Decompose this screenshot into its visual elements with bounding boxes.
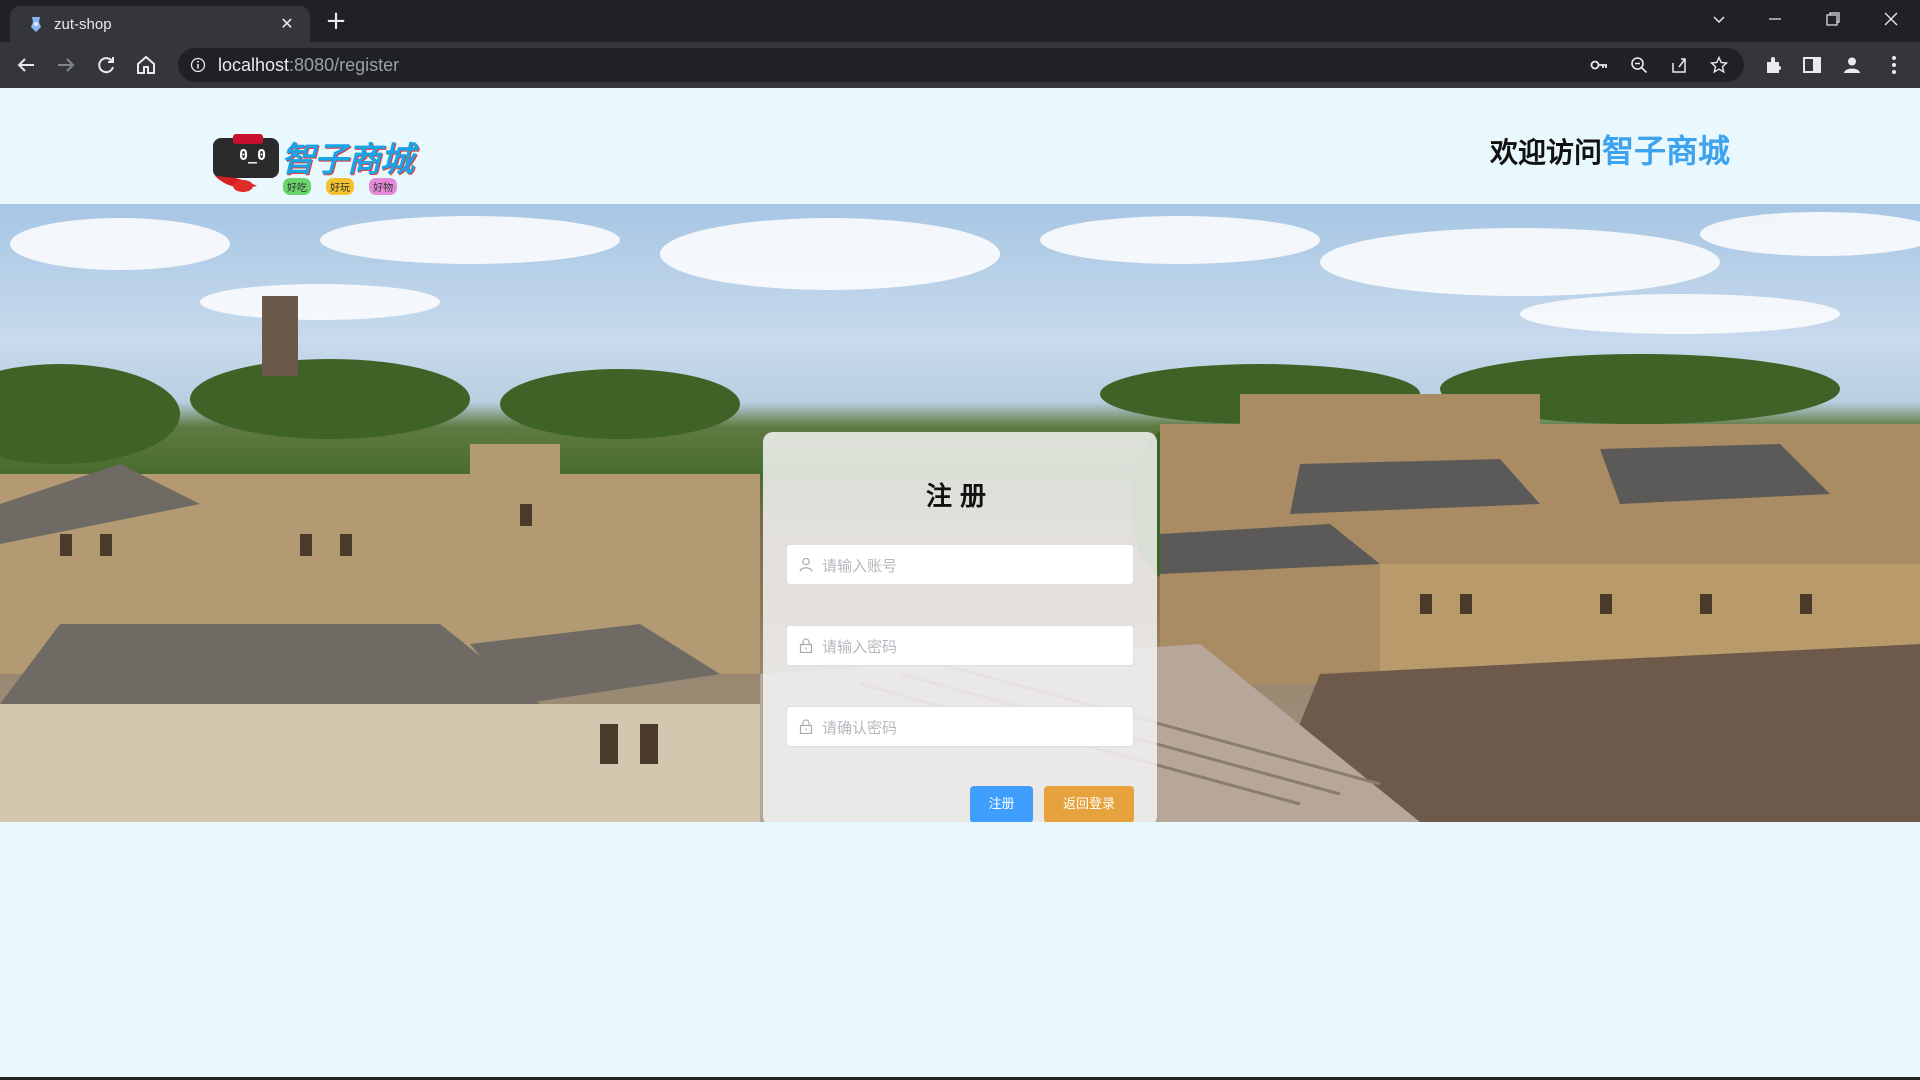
confirm-password-input[interactable]: [820, 707, 1124, 748]
url-path: :8080/register: [289, 55, 400, 75]
new-tab-button[interactable]: +: [322, 8, 350, 36]
welcome-prefix: 欢迎访问: [1489, 136, 1602, 169]
home-icon[interactable]: [134, 53, 158, 77]
logo-text: 智子商城: [281, 141, 414, 179]
side-panel-icon[interactable]: [1800, 53, 1824, 77]
password-input[interactable]: [820, 626, 1124, 667]
bookmark-star-icon[interactable]: [1710, 56, 1728, 74]
tab-favicon-icon: [31, 17, 41, 32]
logo-tag: 好吃: [283, 178, 311, 195]
logo-tags: 好吃 好玩 好物: [283, 176, 407, 195]
browser-toolbar: localhost:8080/register: [0, 42, 1920, 88]
extensions-icon[interactable]: [1762, 53, 1786, 77]
menu-icon[interactable]: [1882, 53, 1906, 77]
back-to-login-button[interactable]: 返回登录: [1044, 786, 1134, 822]
tab-close-icon[interactable]: ✕: [274, 11, 300, 37]
lock-icon: [799, 719, 813, 734]
browser-tab[interactable]: zut-shop ✕: [10, 6, 310, 42]
site-info-icon[interactable]: [190, 57, 206, 73]
site-header: 0_0 智子商城 好吃 好玩 好物 欢迎访问智子商城: [0, 88, 1920, 204]
logo-face-text: 0_0: [239, 146, 267, 164]
address-bar[interactable]: localhost:8080/register: [178, 48, 1744, 82]
back-icon[interactable]: [14, 53, 38, 77]
confirm-password-field[interactable]: [786, 706, 1134, 748]
register-title: 注册: [925, 482, 994, 512]
logo-tag: 好物: [369, 178, 398, 195]
zoom-icon[interactable]: [1630, 56, 1648, 74]
register-button[interactable]: 注册: [970, 786, 1033, 822]
browser-tabstrip: zut-shop ✕ +: [0, 0, 1920, 42]
url-text[interactable]: localhost:8080/register: [218, 55, 399, 76]
username-field[interactable]: [786, 544, 1134, 586]
reload-icon[interactable]: [94, 53, 118, 77]
page-content: 0_0 智子商城 好吃 好玩 好物 欢迎访问智子商城 注册 请输入账号 注册 返…: [0, 88, 1920, 1078]
logo-tag: 好玩: [326, 178, 355, 195]
campus-banner-image: 注册 注册 返回登录: [0, 204, 1920, 822]
url-host: localhost: [218, 55, 290, 75]
key-icon[interactable]: [1590, 56, 1608, 74]
site-logo[interactable]: 0_0 智子商城 好吃 好玩 好物: [211, 130, 426, 196]
welcome-message: 欢迎访问智子商城: [1490, 126, 1730, 172]
password-field[interactable]: [786, 625, 1134, 667]
forward-icon[interactable]: [54, 53, 78, 77]
restore-icon[interactable]: [1810, 0, 1856, 38]
share-icon[interactable]: [1670, 56, 1688, 74]
username-input[interactable]: [820, 545, 1124, 586]
lock-icon: [799, 638, 813, 653]
register-card: 注册 注册 返回登录: [763, 432, 1157, 822]
minimize-icon[interactable]: [1752, 0, 1798, 38]
profile-icon[interactable]: [1840, 53, 1864, 77]
close-window-icon[interactable]: [1868, 0, 1914, 38]
welcome-brand: 智子商城: [1601, 132, 1730, 170]
tab-title: zut-shop: [54, 16, 112, 33]
tab-search-icon[interactable]: [1696, 0, 1742, 38]
user-icon: [799, 557, 813, 572]
